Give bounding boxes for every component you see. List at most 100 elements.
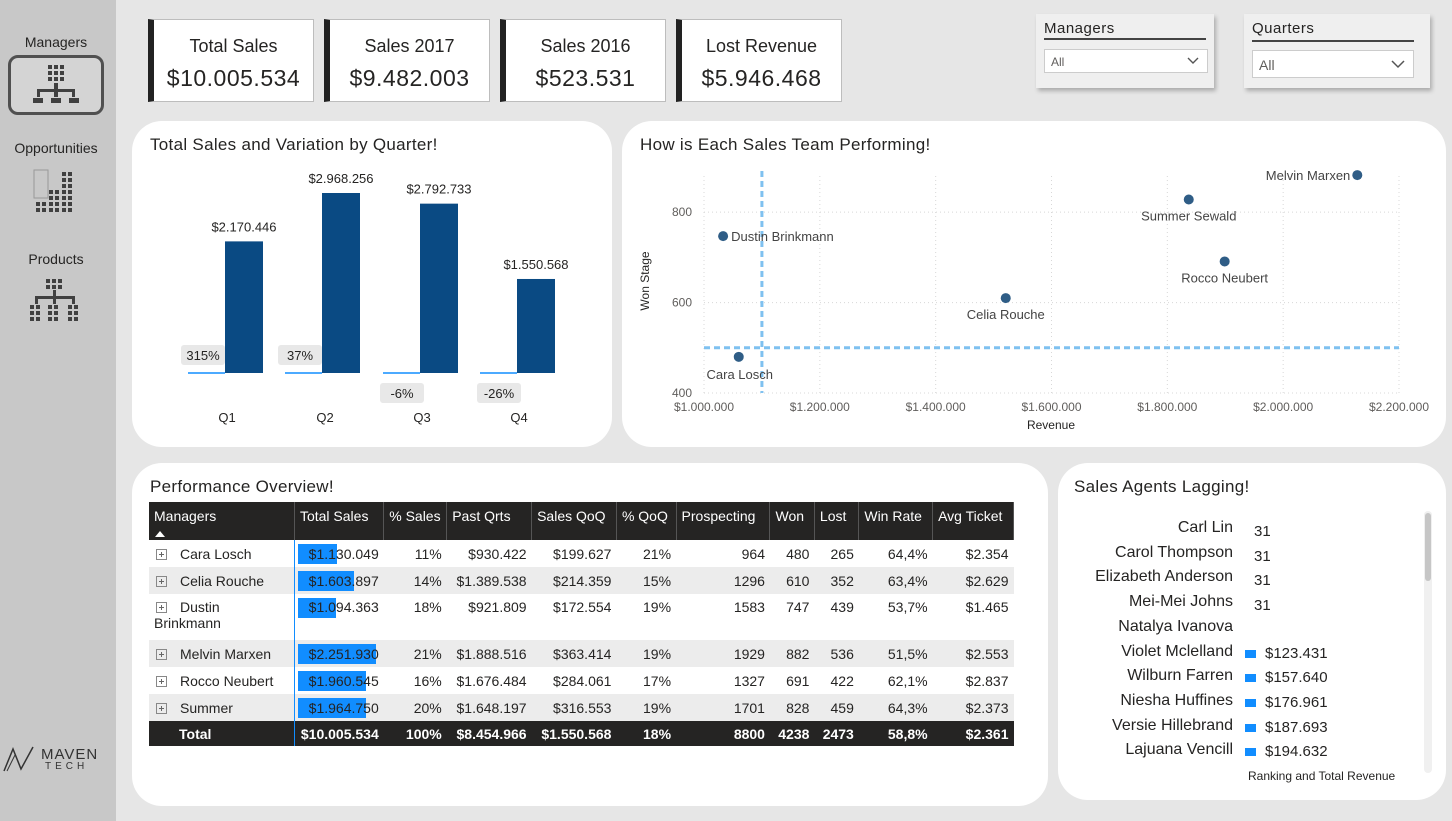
sales-team-performance-panel: How is Each Sales Team Performing! $1.00…: [622, 121, 1446, 447]
quarterly-sales-chart: $2.170.446 315% Q1 $2.968.256 37% Q2 $2.792.73…: [181, 171, 569, 425]
slicer-title: Managers: [1044, 20, 1115, 37]
list-item[interactable]: Natalya Ivanova: [1058, 618, 1418, 642]
column-header-win-rate[interactable]: Win Rate: [858, 502, 934, 540]
scrollbar-thumb[interactable]: [1425, 513, 1431, 581]
table-row[interactable]: Summer $1.964.750 20% $1.648.197 $316.553 19%…: [149, 694, 1014, 721]
column-header-avg-ticket[interactable]: Avg Ticket: [932, 502, 1014, 540]
agent-revenue: $176.961: [1265, 693, 1328, 711]
column-header-lost[interactable]: Lost: [814, 502, 860, 540]
sidebar-nav: Managers Opportunities Products MAVEN TE…: [0, 0, 116, 821]
kpi-card-sales-2017: Sales 2017 $9.482.003: [324, 19, 490, 102]
list-item[interactable]: Lajuana Vencill $194.632: [1058, 741, 1418, 765]
lagging-footer-label: Ranking and Total Revenue: [1248, 769, 1396, 783]
prospecting-cell: 1583: [733, 599, 765, 615]
scatter-point-label: Celia Rouche: [967, 307, 1045, 322]
quarter-bar: [420, 203, 458, 373]
list-item[interactable]: Carl Lin 31: [1058, 519, 1418, 543]
expand-row-icon[interactable]: [156, 702, 167, 714]
bar-grid-icon[interactable]: [8, 161, 104, 221]
win-rate-cell: 53,7%: [887, 599, 928, 615]
list-item[interactable]: Versie Hillebrand $187.693: [1058, 717, 1418, 741]
scatter-point: [718, 231, 729, 242]
managers-dropdown[interactable]: All: [1044, 49, 1208, 73]
expand-row-icon[interactable]: [156, 602, 167, 613]
expand-row-icon[interactable]: [156, 675, 167, 687]
x-axis-tick-label: Q4: [510, 410, 527, 425]
agent-name: Wilburn Farren: [1127, 667, 1233, 685]
org-grid-icon[interactable]: [8, 55, 104, 115]
sort-ascending-icon: [155, 531, 165, 537]
lagging-scrollbar[interactable]: [1424, 511, 1432, 773]
y-axis-tick-label: 400: [672, 386, 692, 400]
kpi-title: Sales 2017: [364, 36, 455, 56]
logo-subtext: TECH: [45, 761, 89, 772]
list-item[interactable]: Violet Mclelland $123.431: [1058, 643, 1418, 667]
sales-qoq-cell: $172.554: [553, 599, 612, 615]
list-item[interactable]: Mei-Mei Johns 31: [1058, 593, 1418, 617]
quarter-bar: [322, 193, 360, 373]
y-axis-title: Won Stage: [638, 251, 652, 310]
table-row[interactable]: Rocco Neubert $1.960.545 16% $1.676.484 $284…: [149, 667, 1014, 694]
expand-row-icon[interactable]: [156, 548, 167, 560]
kpi-title: Total Sales: [189, 36, 278, 56]
x-axis-tick-label: $1.400.000: [906, 400, 966, 414]
expand-row-icon[interactable]: [156, 575, 167, 587]
list-item[interactable]: Elizabeth Anderson 31: [1058, 568, 1418, 592]
won-cell: 610: [769, 567, 815, 594]
agent-revenue: $123.431: [1265, 644, 1328, 662]
column-header-pct-sales[interactable]: % Sales: [383, 502, 448, 540]
maven-tech-logo: MAVEN TECH: [3, 745, 115, 775]
column-header-total-sales[interactable]: Total Sales: [294, 502, 385, 540]
pct-sales-cell: 11%: [414, 545, 442, 562]
pct-sales-cell: 16%: [413, 672, 442, 689]
list-item[interactable]: Carol Thompson 31: [1058, 544, 1418, 568]
table-row[interactable]: Melvin Marxen $2.251.930 21% $1.888.516 $363…: [149, 640, 1014, 667]
slicer-divider: [1044, 38, 1206, 40]
list-item[interactable]: Wilburn Farren $157.640: [1058, 667, 1418, 691]
x-axis-tick-label: Q2: [316, 410, 333, 425]
list-item[interactable]: Niesha Huffines $176.961: [1058, 692, 1418, 716]
column-header-past-qrts[interactable]: Past Qrts: [446, 502, 533, 540]
scatter-point: [733, 351, 744, 362]
total-sales-cell: $1.094.363: [293, 594, 384, 640]
avg-ticket-cell: $2.553: [932, 640, 1014, 667]
sidebar-item-products[interactable]: Products: [0, 251, 112, 332]
agent-name: Mei-Mei Johns: [1128, 593, 1233, 611]
x-axis-tick-label: $1.200.000: [790, 400, 850, 414]
agent-rank: 31: [1254, 523, 1271, 540]
maven-logo-mark-icon: [3, 746, 34, 772]
quarters-dropdown[interactable]: All: [1252, 50, 1414, 78]
total-label-cell: Total: [149, 721, 295, 746]
avg-ticket-cell: $2.354: [965, 545, 1009, 562]
x-axis-tick-label: $2.200.000: [1369, 400, 1429, 414]
hierarchy-grid-icon[interactable]: [8, 272, 104, 332]
scatter-point-label: Rocco Neubert: [1181, 270, 1268, 285]
pct-qoq-cell: 19%: [616, 694, 677, 721]
won-cell: 480: [786, 545, 810, 562]
lost-cell: 265: [830, 545, 854, 562]
total-prospecting-cell: 8800: [676, 721, 770, 746]
avg-ticket-cell: $2.629: [932, 567, 1014, 594]
y-axis-tick-label: 800: [672, 205, 692, 219]
expand-row-icon[interactable]: [156, 648, 167, 660]
column-header-won[interactable]: Won: [769, 502, 815, 540]
agent-revenue: $194.632: [1265, 743, 1328, 761]
agent-name: Niesha Huffines: [1120, 691, 1233, 709]
table-row[interactable]: Dustin Brinkmann $1.094.363 18% $921.809 $17…: [149, 594, 1014, 640]
column-header-sales-qoq[interactable]: Sales QoQ: [531, 502, 617, 540]
column-header-pct-qoq[interactable]: % QoQ: [616, 502, 677, 540]
sidebar-item-opportunities[interactable]: Opportunities: [0, 140, 112, 221]
chevron-down-icon: [1187, 57, 1199, 64]
quarter-bar: [225, 241, 263, 373]
bar-value-label: $1.550.568: [503, 257, 568, 272]
column-header-managers[interactable]: Managers: [149, 502, 295, 540]
managers-slicer: Managers All: [1036, 14, 1214, 88]
column-header-prospecting[interactable]: Prospecting: [676, 502, 771, 540]
sidebar-item-managers[interactable]: Managers: [0, 34, 112, 115]
table-row[interactable]: Cara Losch $1.130.049 11% $930.422 $199.627 2…: [149, 540, 1014, 567]
agent-rank: 31: [1254, 572, 1271, 590]
scatter-point-label: Summer Sewald: [1141, 209, 1236, 224]
table-row[interactable]: Celia Rouche $1.603.897 14% $1.389.538 $214.…: [149, 567, 1014, 594]
revenue-bar: [1245, 698, 1256, 707]
x-axis-tick-label: $1.000.000: [674, 400, 734, 414]
